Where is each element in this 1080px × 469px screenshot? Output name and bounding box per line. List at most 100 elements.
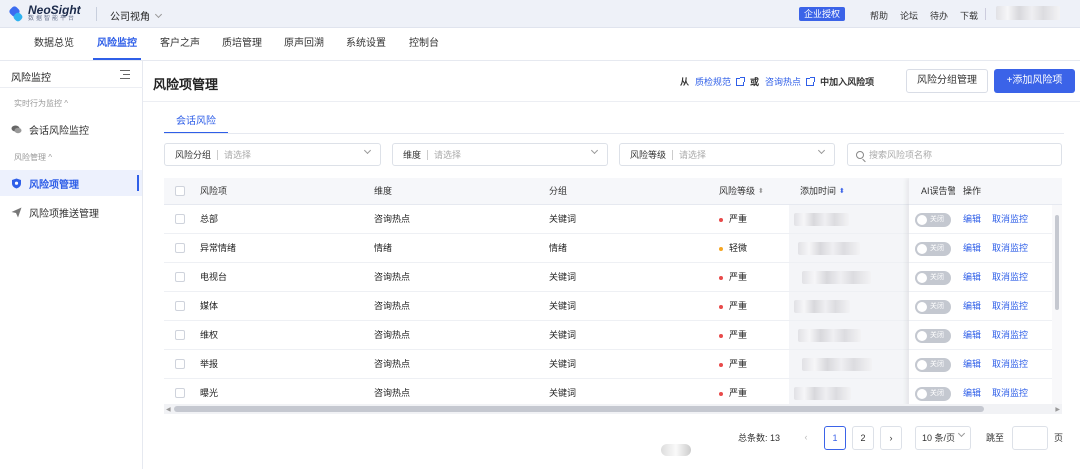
ai-misalarm-toggle[interactable]: 关闭 (915, 387, 951, 401)
forum-link[interactable]: 论坛 (900, 9, 918, 22)
row-checkbox[interactable] (175, 272, 185, 282)
quality-spec-link[interactable]: 质检规范 (695, 75, 731, 88)
fixed-row: 关闭 编辑 取消监控 (909, 350, 1062, 379)
header-label: 添加时间 (800, 186, 837, 196)
sidebar-item-session-risk[interactable]: 会话风险监控 (0, 116, 142, 142)
sidebar-item-risk-push[interactable]: 风险项推送管理 (0, 199, 142, 225)
cell-group: 关键词 (549, 214, 577, 224)
risk-group-manage-button[interactable]: 风险分组管理 (906, 69, 988, 93)
risk-level-select[interactable]: 风险等级 请选择 (619, 143, 835, 166)
dimension-select[interactable]: 维度 请选择 (392, 143, 608, 166)
ai-misalarm-toggle[interactable]: 关闭 (915, 358, 951, 372)
select-all-checkbox[interactable] (164, 178, 194, 205)
cell-risk-item: 异常情绪 (200, 243, 237, 253)
main-nav: 数据总览 风险监控 客户之声 质培管理 原声回溯 系统设置 控制台 (0, 28, 1080, 61)
page-size-select[interactable]: 10 条/页 (915, 426, 971, 450)
row-checkbox[interactable] (175, 243, 185, 253)
row-checkbox[interactable] (175, 214, 185, 224)
header-risk-level[interactable]: 风险等级 ⬍ (719, 178, 789, 205)
cell-group: 关键词 (549, 301, 577, 311)
toggle-label: 关闭 (930, 390, 944, 397)
fixed-row: 关闭 编辑 取消监控 (909, 234, 1062, 263)
fixed-row: 关闭 编辑 取消监控 (909, 292, 1062, 321)
search-input[interactable]: 搜索风险项名称 (847, 143, 1062, 166)
row-checkbox[interactable] (175, 330, 185, 340)
cancel-monitor-link[interactable]: 取消监控 (992, 350, 1028, 379)
level-dot (719, 333, 723, 338)
risk-group-select[interactable]: 风险分组 请选择 (164, 143, 381, 166)
vertical-scrollbar[interactable] (1052, 205, 1062, 404)
external-link-icon[interactable] (806, 76, 816, 86)
sort-icon[interactable]: ⬍ (758, 178, 764, 205)
page-button-1[interactable]: 1 (824, 426, 846, 450)
logo[interactable]: NeoSight 数据智能平台 (8, 3, 81, 23)
sidebar-group-risk-manage[interactable]: 风险管理 ^ (14, 152, 52, 163)
cell-add-time-redacted (802, 358, 872, 371)
sidebar-group-realtime[interactable]: 实时行为监控 ^ (14, 98, 68, 109)
cancel-monitor-link[interactable]: 取消监控 (992, 205, 1028, 234)
nav-risk-monitor[interactable]: 风险监控 (93, 28, 141, 60)
level-text: 严重 (729, 272, 748, 282)
edit-link[interactable]: 编辑 (963, 205, 981, 234)
edit-link[interactable]: 编辑 (963, 350, 981, 379)
collapse-menu-icon[interactable] (120, 70, 130, 79)
nav-customer-voice[interactable]: 客户之声 (156, 28, 204, 60)
nav-voice-playback[interactable]: 原声回溯 (280, 28, 328, 60)
tab-session-risk[interactable]: 会话风险 (164, 116, 228, 134)
nav-data-overview[interactable]: 数据总览 (30, 28, 78, 60)
cancel-monitor-link[interactable]: 取消监控 (992, 321, 1028, 350)
cell-risk-item: 电视台 (200, 272, 228, 282)
download-link[interactable]: 下载 (960, 9, 978, 22)
ai-misalarm-toggle[interactable]: 关闭 (915, 242, 951, 256)
risk-item-table: 风险项 维度 分组 风险等级 ⬍ 添加时间 ⬍ 总部 咨询热点 关键词 严重 异常情绪 情绪情… (164, 178, 1062, 414)
external-link-icon[interactable] (736, 76, 746, 86)
edit-link[interactable]: 编辑 (963, 292, 981, 321)
ai-misalarm-toggle[interactable]: 关闭 (915, 329, 951, 343)
ai-misalarm-toggle[interactable]: 关闭 (915, 300, 951, 314)
divider (96, 7, 97, 21)
edit-link[interactable]: 编辑 (963, 321, 981, 350)
edit-link[interactable]: 编辑 (963, 234, 981, 263)
toggle-label: 关闭 (930, 274, 944, 281)
filter-label: 风险等级 (630, 149, 674, 160)
sidebar-item-risk-items[interactable]: 风险项管理 (0, 170, 142, 196)
nav-console[interactable]: 控制台 (405, 28, 443, 60)
prev-page-button[interactable]: ‹ (795, 426, 817, 450)
row-checkbox[interactable] (175, 301, 185, 311)
sidebar-item-label: 风险项推送管理 (29, 208, 99, 220)
page-button-2[interactable]: 2 (852, 426, 874, 450)
ai-misalarm-toggle[interactable]: 关闭 (915, 271, 951, 285)
cancel-monitor-link[interactable]: 取消监控 (992, 263, 1028, 292)
edit-link[interactable]: 编辑 (963, 263, 981, 292)
horizontal-scrollbar[interactable]: ◀ ▶ (164, 404, 1062, 414)
sort-icon[interactable]: ⬍ (839, 178, 845, 205)
cancel-monitor-link[interactable]: 取消监控 (992, 292, 1028, 321)
total-label: 总条数: (738, 433, 768, 443)
top-bar: NeoSight 数据智能平台 公司视角 企业授权 帮助 论坛 待办 下载 (0, 0, 1080, 28)
row-checkbox[interactable] (175, 388, 185, 398)
chevron-down-icon (154, 10, 163, 18)
header-dimension: 维度 (374, 186, 393, 196)
cell-group: 关键词 (549, 359, 577, 369)
nav-quality-training[interactable]: 质培管理 (218, 28, 266, 60)
cell-add-time-redacted (794, 300, 850, 313)
cancel-monitor-link[interactable]: 取消监控 (992, 234, 1028, 263)
hot-topic-link[interactable]: 咨询热点 (765, 75, 801, 88)
enterprise-badge[interactable]: 企业授权 (799, 7, 846, 21)
ai-misalarm-toggle[interactable]: 关闭 (915, 213, 951, 227)
brand-name: NeoSight (28, 3, 81, 17)
nav-system-settings[interactable]: 系统设置 (342, 28, 390, 60)
add-risk-item-button[interactable]: +添加风险项 (994, 69, 1075, 93)
or-text: 或 (750, 77, 760, 87)
user-avatar-redacted[interactable] (996, 6, 1060, 20)
header-add-time[interactable]: 添加时间 ⬍ (800, 178, 900, 205)
jump-page-input[interactable] (1012, 426, 1048, 450)
next-page-button[interactable]: › (880, 426, 902, 450)
help-link[interactable]: 帮助 (870, 9, 888, 22)
level-dot (719, 362, 723, 367)
level-dot (719, 391, 723, 396)
todo-link[interactable]: 待办 (930, 9, 948, 22)
row-checkbox[interactable] (175, 359, 185, 369)
cell-add-time-redacted (802, 271, 871, 284)
company-switcher[interactable]: 公司视角 (110, 8, 163, 23)
